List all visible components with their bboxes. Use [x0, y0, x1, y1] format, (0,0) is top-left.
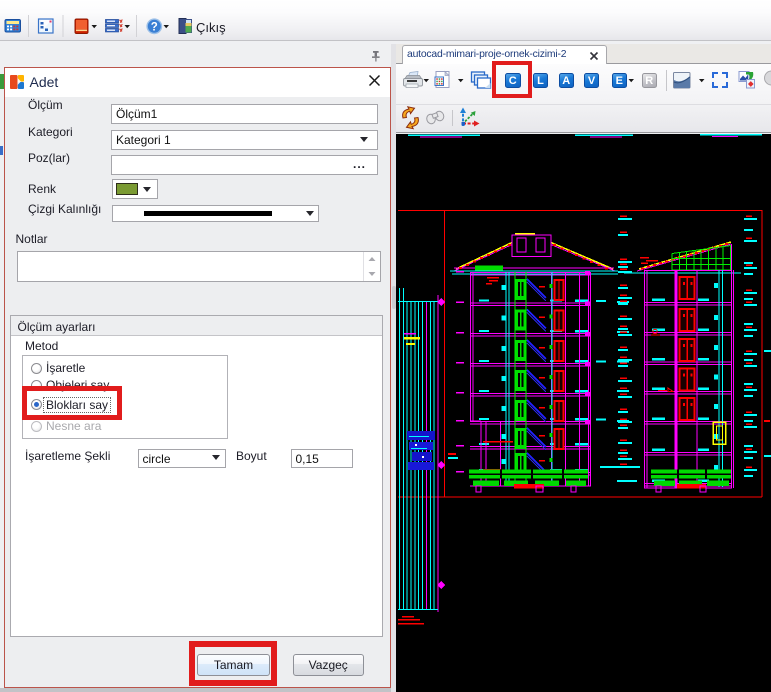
svg-text:?: ?: [151, 22, 158, 34]
